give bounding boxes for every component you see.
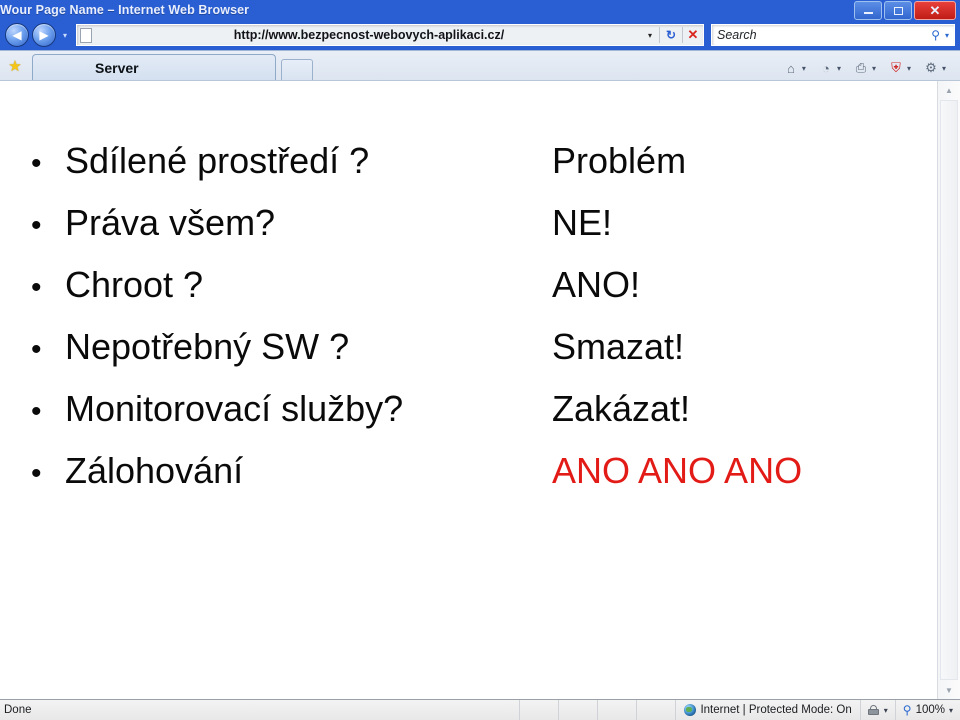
zoom-control[interactable]: ⚲ 100% ▾ (894, 700, 960, 720)
bullet-icon: • (31, 395, 42, 428)
bullet-icon: • (31, 147, 42, 180)
slide-content: • Sdílené prostředí ? Problém • Práva vš… (0, 143, 937, 515)
scroll-down-icon[interactable]: ▼ (939, 681, 959, 699)
bullet-icon: • (31, 333, 42, 366)
minimize-button[interactable] (854, 1, 882, 20)
answer-text: Smazat! (552, 326, 685, 367)
globe-icon (684, 704, 697, 716)
page-icon (80, 27, 92, 43)
back-button[interactable]: ◀ (5, 23, 29, 47)
navigation-bar: ◀ ▶ ▾ http://www.bezpecnost-webovych-apl… (0, 20, 960, 50)
stop-icon[interactable]: ✕ (683, 27, 703, 43)
scrollbar-thumb[interactable] (940, 100, 958, 680)
rss-feed-icon: ◔ (822, 60, 830, 76)
gear-icon: ⚙ (925, 60, 937, 75)
refresh-icon[interactable]: ↻ (660, 28, 682, 42)
security-zone-label: Internet | Protected Mode: On (700, 704, 852, 716)
answer-text: NE! (552, 202, 613, 243)
bullet-icon: • (31, 209, 42, 242)
list-item: • Nepotřebný SW ? Smazat! (0, 329, 937, 391)
address-bar[interactable]: http://www.bezpecnost-webovych-aplikaci.… (76, 24, 704, 46)
list-item: • Práva všem? NE! (0, 205, 937, 267)
tab-server[interactable]: Server (32, 54, 276, 80)
status-grip (597, 700, 636, 720)
bullet-question: • Nepotřebný SW ? (0, 329, 552, 365)
chevron-down-icon[interactable]: ▾ (802, 64, 811, 73)
search-box[interactable]: Search ⚲ ▾ (711, 24, 955, 46)
chevron-down-icon[interactable]: ▾ (907, 64, 916, 73)
list-item: • Zálohování ANO ANO ANO (0, 453, 937, 515)
minimize-icon (863, 12, 873, 14)
browser-window: Wour Page Name – Internet Web Browser ✕ … (0, 0, 960, 720)
status-grips (519, 700, 675, 720)
command-toolbar: ⌂ ▾ ◔ ▾ ⎙ ▾ ⛨ ▾ ⚙ ▾ (779, 59, 954, 77)
history-dropdown-icon[interactable]: ▾ (59, 31, 71, 40)
search-icon[interactable]: ⚲ (929, 28, 942, 42)
window-title: Wour Page Name – Internet Web Browser (0, 3, 250, 17)
close-button[interactable]: ✕ (914, 1, 956, 20)
bullet-question: • Chroot ? (0, 267, 552, 303)
chevron-down-icon[interactable]: ▾ (942, 64, 951, 73)
bullet-question: • Sdílené prostředí ? (0, 143, 552, 179)
status-message: Done (4, 704, 32, 716)
maximize-icon (893, 6, 903, 15)
chevron-down-icon[interactable]: ▾ (942, 31, 954, 40)
new-tab-button[interactable] (281, 59, 313, 80)
question-text: Chroot ? (65, 264, 204, 305)
page-content: • Sdílené prostředí ? Problém • Práva vš… (0, 81, 937, 699)
favorites-star-icon[interactable]: ★ (0, 52, 30, 80)
bullet-question: • Zálohování (0, 453, 552, 489)
zoom-level-label: 100% (915, 704, 945, 716)
status-grip (636, 700, 675, 720)
status-bar: Done Internet | Protected Mode: On ▾ ⚲ 1… (0, 699, 960, 720)
search-input[interactable]: Search (712, 28, 929, 42)
address-input[interactable]: http://www.bezpecnost-webovych-aplikaci.… (92, 28, 646, 42)
question-text: Sdílené prostředí ? (65, 140, 370, 181)
safety-button[interactable]: ⛨ ▾ (884, 59, 919, 77)
bullet-question: • Práva všem? (0, 205, 552, 241)
title-bar: Wour Page Name – Internet Web Browser ✕ (0, 0, 960, 20)
question-text: Zálohování (65, 450, 244, 491)
list-item: • Sdílené prostředí ? Problém (0, 143, 937, 205)
chevron-down-icon[interactable]: ▾ (872, 64, 881, 73)
print-button[interactable]: ⎙ ▾ (849, 59, 884, 77)
lock-icon (867, 705, 879, 715)
chevron-down-icon[interactable]: ▾ (646, 31, 659, 40)
list-item: • Monitorovací služby? Zakázat! (0, 391, 937, 453)
status-grip (558, 700, 597, 720)
answer-text: Zakázat! (552, 388, 691, 429)
home-icon: ⌂ (786, 60, 795, 76)
maximize-button[interactable] (884, 1, 912, 20)
bullet-icon: • (31, 271, 42, 304)
feeds-button[interactable]: ◔ ▾ (814, 59, 849, 77)
tools-button[interactable]: ⚙ ▾ (919, 59, 954, 77)
chevron-down-icon[interactable]: ▾ (949, 706, 953, 715)
zoom-icon: ⚲ (902, 703, 912, 717)
bullet-icon: • (31, 457, 42, 490)
answer-text-highlight: ANO ANO ANO (552, 450, 803, 491)
window-controls: ✕ (854, 1, 956, 20)
forward-button[interactable]: ▶ (32, 23, 56, 47)
chevron-down-icon[interactable]: ▾ (837, 64, 846, 73)
shield-icon: ⛨ (891, 60, 901, 75)
chevron-down-icon[interactable]: ▾ (884, 706, 888, 715)
question-text: Monitorovací služby? (65, 388, 404, 429)
security-zone[interactable]: Internet | Protected Mode: On (675, 700, 859, 720)
tab-label: Server (95, 59, 139, 76)
status-grip (519, 700, 558, 720)
list-item: • Chroot ? ANO! (0, 267, 937, 329)
home-button[interactable]: ⌂ ▾ (779, 59, 814, 77)
printer-icon: ⎙ (855, 60, 867, 75)
scroll-up-icon[interactable]: ▲ (939, 81, 959, 99)
privacy-button[interactable]: ▾ (859, 700, 895, 720)
vertical-scrollbar[interactable]: ▲ ▼ (937, 81, 960, 699)
bullet-question: • Monitorovací služby? (0, 391, 552, 427)
answer-text: Problém (552, 140, 687, 181)
question-text: Práva všem? (65, 202, 276, 243)
page-viewport: • Sdílené prostředí ? Problém • Práva vš… (0, 80, 960, 699)
question-text: Nepotřebný SW ? (65, 326, 350, 367)
answer-text: ANO! (552, 264, 641, 305)
tab-strip: ★ Server ⌂ ▾ ◔ ▾ ⎙ ▾ ⛨ ▾ ⚙ ▾ (0, 50, 960, 80)
